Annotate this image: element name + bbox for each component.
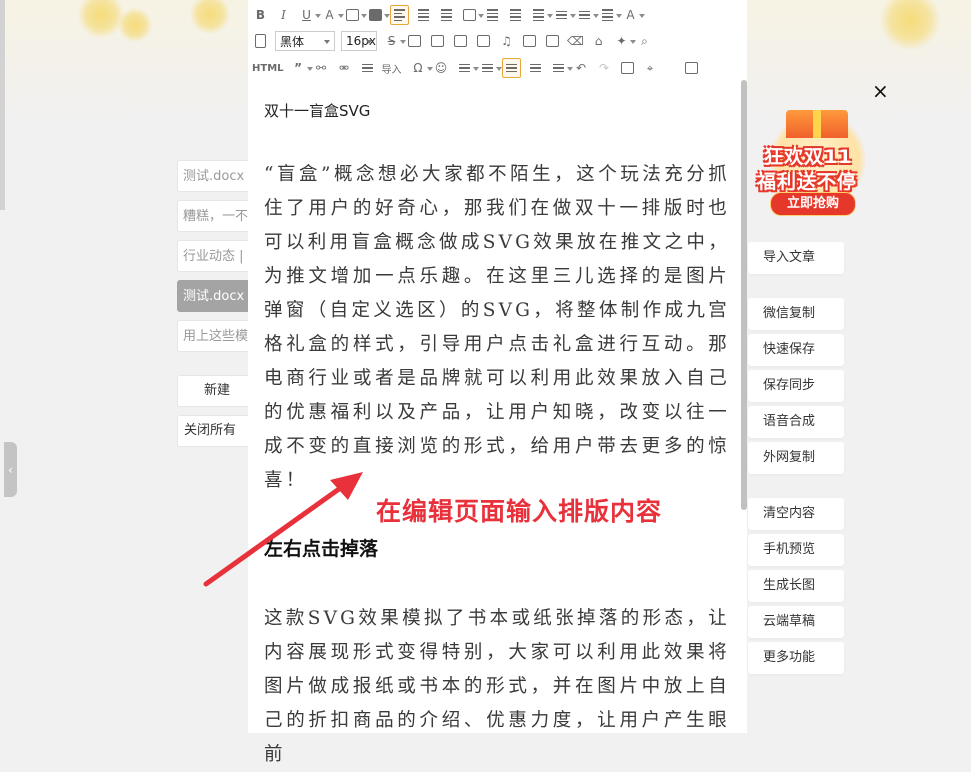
clear-content-button[interactable]: 清空内容 <box>748 498 844 530</box>
more-functions-button[interactable]: 更多功能 <box>748 642 844 674</box>
speech-synthesis-button[interactable]: 语音合成 <box>748 406 844 438</box>
gift-icon <box>786 110 848 138</box>
promo-banner[interactable]: 狂欢双11 福利送不停 立即抢购 <box>752 108 886 220</box>
promo-buy-button[interactable]: 立即抢购 <box>770 192 856 216</box>
wechat-copy-button[interactable]: 微信复制 <box>748 298 844 330</box>
long-image-button[interactable]: 生成长图 <box>748 570 844 602</box>
promo-subtitle: 福利送不停 <box>757 171 858 193</box>
import-article-button[interactable]: 导入文章 <box>748 242 844 274</box>
annotation-text: 在编辑页面输入排版内容 <box>376 497 663 526</box>
save-sync-button[interactable]: 保存同步 <box>748 370 844 402</box>
external-copy-button[interactable]: 外网复制 <box>748 442 844 474</box>
mobile-preview-button[interactable]: 手机预览 <box>748 534 844 566</box>
promo-title: 狂欢双11 <box>764 146 853 168</box>
cloud-draft-button[interactable]: 云端草稿 <box>748 606 844 638</box>
close-icon[interactable]: × <box>872 80 889 102</box>
quick-save-button[interactable]: 快速保存 <box>748 334 844 366</box>
